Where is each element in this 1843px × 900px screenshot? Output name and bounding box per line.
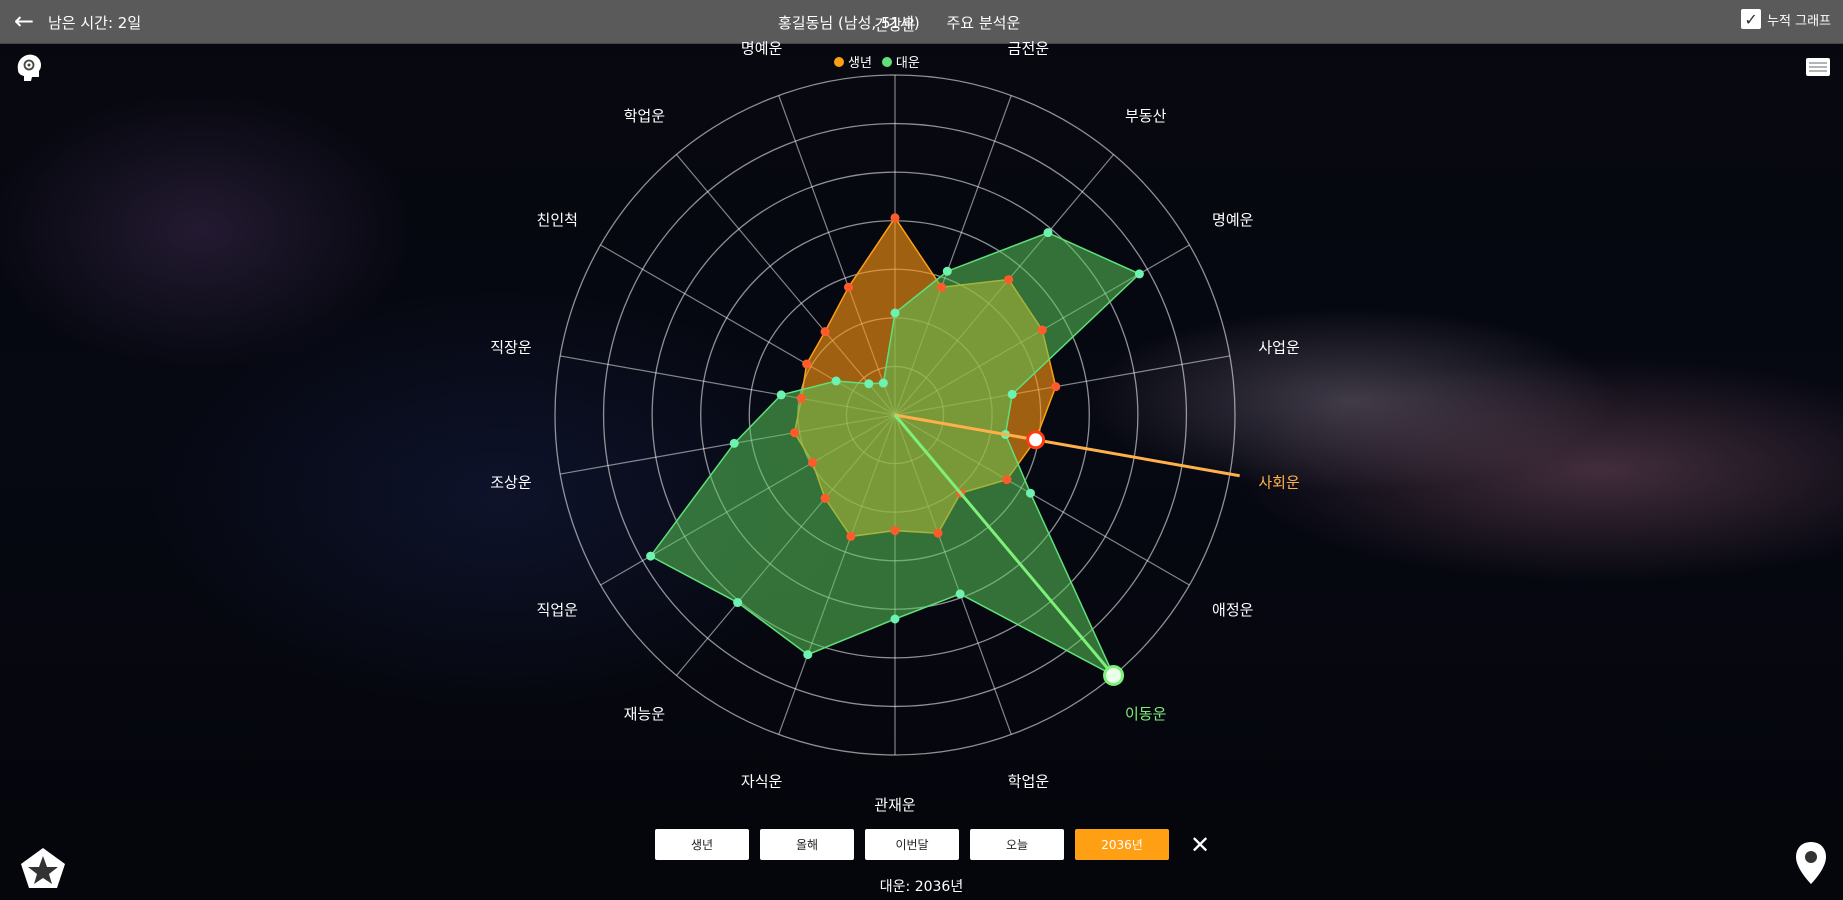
data-point-1	[878, 378, 888, 388]
data-point-1	[733, 598, 743, 608]
axis-label: 애정운	[1212, 601, 1254, 619]
data-point-1	[1007, 389, 1017, 399]
period-button-birth[interactable]: 생년	[655, 829, 749, 860]
data-point-0	[843, 282, 853, 292]
axis-label: 금전운	[1008, 40, 1050, 58]
data-point-1	[831, 376, 841, 386]
data-point-1	[1025, 488, 1035, 498]
data-point-0	[808, 458, 818, 468]
footer-label: 대운: 2036년	[879, 879, 964, 895]
axis-label: 학업운	[1008, 772, 1050, 790]
data-point-0	[796, 393, 806, 403]
data-point-0	[1004, 275, 1014, 285]
data-point-1	[1043, 228, 1053, 238]
axis-label: 명예운	[1212, 211, 1254, 229]
axis-label: 자식운	[741, 772, 783, 790]
data-point-1	[955, 589, 965, 599]
axis-label: 사회운	[1258, 474, 1300, 492]
data-point-0	[890, 526, 900, 536]
data-point-1	[729, 438, 739, 448]
period-button-today[interactable]: 오늘	[970, 829, 1064, 860]
axis-label: 관재운	[874, 796, 916, 814]
data-point-1	[776, 390, 786, 400]
data-point-0	[790, 428, 800, 438]
period-button-2036[interactable]: 2036년	[1075, 829, 1169, 860]
axis-label: 명예운	[741, 40, 783, 58]
data-point-0	[1037, 325, 1047, 335]
axis-label: 건강운	[874, 16, 916, 34]
data-point-1	[646, 551, 656, 561]
close-icon[interactable]: ✕	[1186, 829, 1214, 860]
axis-label: 조상운	[490, 474, 532, 492]
data-point-0	[802, 359, 812, 369]
axis-label: 사업운	[1258, 338, 1300, 356]
highlight-point-birth	[1026, 430, 1046, 450]
axis-label: 직업운	[537, 601, 579, 619]
data-point-0	[1051, 382, 1061, 392]
axis-label: 친인척	[537, 211, 578, 229]
period-button-bar: 생년 올해 이번달 오늘 2036년	[655, 829, 1169, 860]
axis-label: 이동운	[1125, 705, 1167, 723]
data-point-1	[803, 650, 813, 660]
data-point-0	[890, 213, 900, 223]
highlight-point-luck	[1103, 664, 1125, 686]
data-point-1	[864, 379, 874, 389]
radar-chart: 건강운금전운부동산명예운사업운사회운애정운이동운학업운관재운자식운재능운직업운조…	[490, 16, 1300, 814]
axis-label: 재능운	[624, 705, 666, 723]
data-point-1	[890, 614, 900, 624]
period-button-this-year[interactable]: 올해	[760, 829, 854, 860]
axis-label: 학업운	[624, 107, 666, 125]
data-point-0	[1002, 475, 1012, 485]
data-point-0	[933, 528, 943, 538]
data-point-1	[942, 266, 952, 276]
data-point-1	[1134, 269, 1144, 279]
data-point-0	[937, 282, 947, 292]
period-button-this-month[interactable]: 이번달	[865, 829, 959, 860]
axis-label: 직장운	[490, 338, 532, 356]
data-point-0	[820, 493, 830, 503]
data-point-0	[820, 327, 830, 337]
data-point-0	[846, 531, 856, 541]
axis-label: 부동산	[1125, 107, 1167, 125]
data-point-1	[890, 308, 900, 318]
